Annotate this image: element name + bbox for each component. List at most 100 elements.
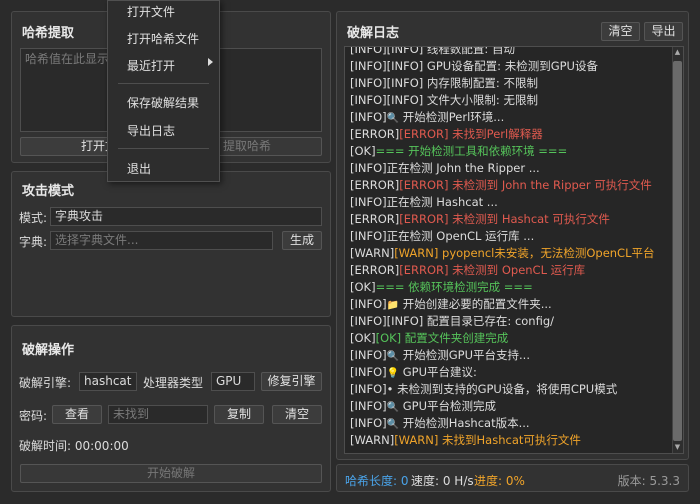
log-line: [OK]=== 依赖环境检测完成 ===: [350, 279, 669, 296]
magnifier-icon: 🔍: [386, 402, 400, 413]
mode-select[interactable]: 字典攻击: [50, 207, 322, 226]
log-message: [OK] 配置文件夹创建完成: [375, 331, 509, 345]
log-message: GPU平台检测完成: [399, 399, 497, 413]
log-message: 开始检测Perl环境...: [399, 110, 505, 124]
log-line: [INFO]• 未检测到支持的GPU设备，将使用CPU模式: [350, 381, 669, 398]
log-prefix: [WARN]: [350, 433, 395, 447]
scroll-up-icon[interactable]: ▲: [673, 48, 682, 57]
log-message: [WARN] pyopencl未安装，无法检测OpenCL平台: [394, 246, 655, 260]
log-message: [ERROR] 未找到Perl解释器: [399, 127, 543, 141]
lightbulb-icon: 💡: [386, 368, 400, 379]
log-prefix: [OK]: [350, 144, 376, 158]
log-line: [INFO][INFO] 配置目录已存在: config/: [350, 313, 669, 330]
menu-separator: [118, 148, 209, 149]
log-line: [INFO]正在检测 John the Ripper ...: [350, 160, 669, 177]
log-prefix: [INFO][INFO] GPU设备配置: 未检测到GPU设备: [350, 59, 598, 73]
log-message: [ERROR] 未检测到 John the Ripper 可执行文件: [399, 178, 652, 192]
log-prefix: [ERROR]: [350, 212, 400, 226]
log-prefix: [INFO]: [350, 348, 387, 362]
hash-panel-title: 哈希提取: [22, 26, 75, 41]
log-prefix: [OK]: [350, 331, 376, 345]
log-line: [ERROR][ERROR] 未检测到 John the Ripper 可执行文…: [350, 177, 669, 194]
log-line: [INFO][INFO] 内存限制配置: 不限制: [350, 75, 669, 92]
menu-item-open-file[interactable]: 打开文件: [127, 3, 175, 20]
log-line: [INFO]正在检测 OpenCL 运行库 ...: [350, 228, 669, 245]
scroll-down-icon[interactable]: ▼: [673, 443, 682, 452]
dict-input[interactable]: 选择字典文件...: [50, 231, 273, 250]
log-prefix: [WARN]: [350, 246, 395, 260]
attack-mode-panel: 攻击模式 模式: 字典攻击 字典: 选择字典文件... 生成: [11, 171, 331, 317]
processor-select[interactable]: GPU: [211, 372, 255, 391]
log-prefix: [INFO]: [350, 297, 387, 311]
clear-password-button[interactable]: 清空: [272, 405, 322, 424]
log-line: [INFO]🔍 开始检测Hashcat版本...: [350, 415, 669, 432]
status-bar: 哈希长度: 0 速度: 0 H/s 进度: 0% 版本: 5.3.3: [336, 464, 689, 492]
log-prefix: [OK]: [350, 280, 376, 294]
log-message: [ERROR] 未检测到 OpenCL 运行库: [399, 263, 586, 277]
clear-log-button[interactable]: 清空: [601, 22, 640, 41]
log-line: [WARN][WARN] pyopencl未安装，无法检测OpenCL平台: [350, 245, 669, 262]
log-prefix: [INFO][INFO] 线程数配置: 自动: [350, 46, 515, 56]
password-label: 密码:: [19, 409, 48, 423]
menu-item-export-log[interactable]: 导出日志: [127, 122, 175, 139]
crack-panel-title: 破解操作: [22, 343, 75, 358]
log-line: [OK]=== 开始检测工具和依赖环境 ===: [350, 143, 669, 160]
view-password-button[interactable]: 查看: [52, 405, 102, 424]
mode-label: 模式:: [19, 211, 48, 225]
processor-label: 处理器类型: [143, 376, 204, 390]
log-line: [ERROR][ERROR] 未检测到 Hashcat 可执行文件: [350, 211, 669, 228]
log-line: [INFO][INFO] 文件大小限制: 无限制: [350, 92, 669, 109]
attack-panel-title: 攻击模式: [22, 184, 75, 199]
menu-item-open-hash-file[interactable]: 打开哈希文件: [127, 30, 199, 47]
export-log-button[interactable]: 导出: [644, 22, 683, 41]
log-lines: [INFO][INFO] 线程数配置: 自动 [INFO][INFO] GPU设备…: [350, 46, 669, 449]
log-prefix: [INFO]: [350, 399, 387, 413]
magnifier-icon: 🔍: [386, 351, 400, 362]
generate-button[interactable]: 生成: [282, 231, 322, 250]
log-prefix: [ERROR]: [350, 127, 400, 141]
log-panel-title: 破解日志: [347, 26, 400, 41]
password-field[interactable]: 未找到: [108, 405, 208, 424]
menu-item-recent[interactable]: 最近打开: [127, 57, 175, 74]
menu-item-save-result[interactable]: 保存破解结果: [127, 94, 199, 111]
log-message: === 依赖环境检测完成 ===: [375, 280, 533, 294]
menu-separator: [118, 83, 209, 84]
log-line: [INFO]🔍 开始检测GPU平台支持...: [350, 347, 669, 364]
log-prefix: [INFO]: [350, 365, 387, 379]
log-prefix: [INFO][INFO] 内存限制配置: 不限制: [350, 76, 538, 90]
engine-label: 破解引擎:: [19, 376, 72, 390]
log-prefix: [INFO]正在检测 John the Ripper ...: [350, 161, 540, 175]
log-line: [WARN][WARN] 未找到Hashcat可执行文件: [350, 432, 669, 449]
log-prefix: [INFO]: [350, 416, 387, 430]
engine-select[interactable]: hashcat: [79, 372, 137, 391]
version-status: 版本: 5.3.3: [617, 474, 680, 488]
log-line: [INFO]📁 开始创建必要的配置文件夹...: [350, 296, 669, 313]
crack-operation-panel: 破解操作 破解引擎: hashcat 处理器类型 GPU 修复引擎 密码: 查看…: [11, 325, 331, 492]
log-prefix: [ERROR]: [350, 178, 400, 192]
submenu-arrow-icon: [208, 58, 213, 66]
log-view[interactable]: [INFO][INFO] 线程数配置: 自动 [INFO][INFO] GPU设备…: [344, 46, 684, 454]
log-message: GPU平台建议:: [399, 365, 477, 379]
log-prefix: [ERROR]: [350, 263, 400, 277]
log-line: [INFO]🔍 GPU平台检测完成: [350, 398, 669, 415]
log-prefix: [INFO]: [350, 110, 387, 124]
log-message: 开始检测Hashcat版本...: [399, 416, 530, 430]
scroll-thumb[interactable]: [673, 61, 682, 441]
repair-engine-button[interactable]: 修复引擎: [261, 372, 322, 391]
speed-status: 速度: 0 H/s: [411, 474, 474, 488]
log-message: [ERROR] 未检测到 Hashcat 可执行文件: [399, 212, 610, 226]
copy-button[interactable]: 复制: [214, 405, 264, 424]
hash-length-status: 哈希长度: 0: [345, 474, 409, 488]
log-scrollbar[interactable]: ▲ ▼: [672, 47, 683, 453]
log-line: [INFO]🔍 开始检测Perl环境...: [350, 109, 669, 126]
folder-icon: 📁: [386, 300, 400, 311]
start-crack-button[interactable]: 开始破解: [20, 464, 322, 483]
log-line: [INFO][INFO] 线程数配置: 自动: [350, 46, 669, 58]
menu-item-exit[interactable]: 退出: [127, 160, 151, 177]
log-message: 开始创建必要的配置文件夹...: [399, 297, 552, 311]
log-line: [INFO]💡 GPU平台建议:: [350, 364, 669, 381]
log-message: 开始检测GPU平台支持...: [399, 348, 530, 362]
file-menu: 打开文件 打开哈希文件 最近打开 保存破解结果 导出日志 退出: [107, 0, 220, 182]
magnifier-icon: 🔍: [386, 419, 400, 430]
magnifier-icon: 🔍: [386, 113, 400, 124]
